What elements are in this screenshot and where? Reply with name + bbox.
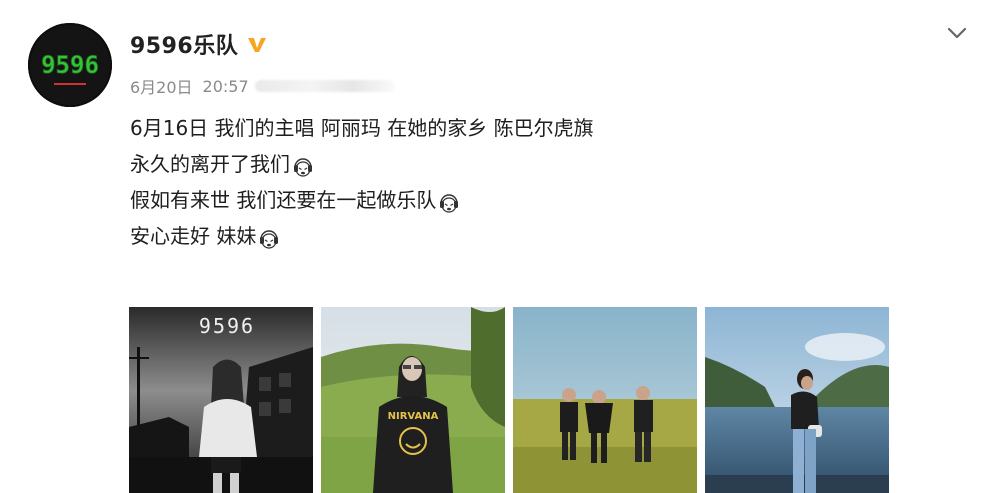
post-line-2: 永久的离开了我们	[130, 146, 594, 182]
post-body: 6月16日 我们的主唱 阿丽玛 在她的家乡 陈巴尔虎旗 永久的离开了我们 假如有…	[130, 110, 594, 254]
obscured-source	[254, 80, 395, 92]
crying-face-icon	[438, 189, 460, 213]
avatar-logo-text: 9596	[41, 51, 99, 79]
photo-overlay-text: NIRVANA	[388, 411, 439, 422]
post-line-4: 安心走好 妹妹	[130, 218, 594, 254]
post-header: 9596乐队 6月20日 20:57	[130, 24, 395, 98]
post-line-1: 6月16日 我们的主唱 阿丽玛 在她的家乡 陈巴尔虎旗	[130, 110, 594, 146]
photo-thumbnail-4[interactable]	[705, 307, 889, 493]
post-line-3: 假如有来世 我们还要在一起做乐队	[130, 182, 594, 218]
photo-thumbnail-2[interactable]: NIRVANA	[321, 307, 505, 493]
post-meta: 6月20日 20:57	[130, 74, 395, 98]
crying-face-icon	[258, 225, 280, 249]
photo-thumbnail-3[interactable]	[513, 307, 697, 493]
avatar[interactable]: 9596	[28, 23, 112, 107]
crying-face-icon	[292, 153, 314, 177]
post-time[interactable]: 20:57	[203, 77, 249, 96]
post-menu-chevron-icon[interactable]	[944, 20, 970, 46]
post-line-text: 6月16日 我们的主唱 阿丽玛 在她的家乡 陈巴尔虎旗	[130, 116, 594, 140]
post-date[interactable]: 6月20日	[130, 74, 193, 98]
post-line-text: 安心走好 妹妹	[130, 224, 257, 248]
post-line-text: 假如有来世 我们还要在一起做乐队	[130, 188, 437, 212]
verified-badge-icon	[246, 33, 268, 55]
photo-overlay-text: 9596	[199, 314, 255, 338]
photo-thumbnail-1[interactable]: 9596	[129, 307, 313, 493]
user-name[interactable]: 9596乐队	[130, 28, 238, 60]
post-line-text: 永久的离开了我们	[130, 152, 290, 176]
photo-gallery: 9596 NIRVANA	[129, 307, 889, 493]
